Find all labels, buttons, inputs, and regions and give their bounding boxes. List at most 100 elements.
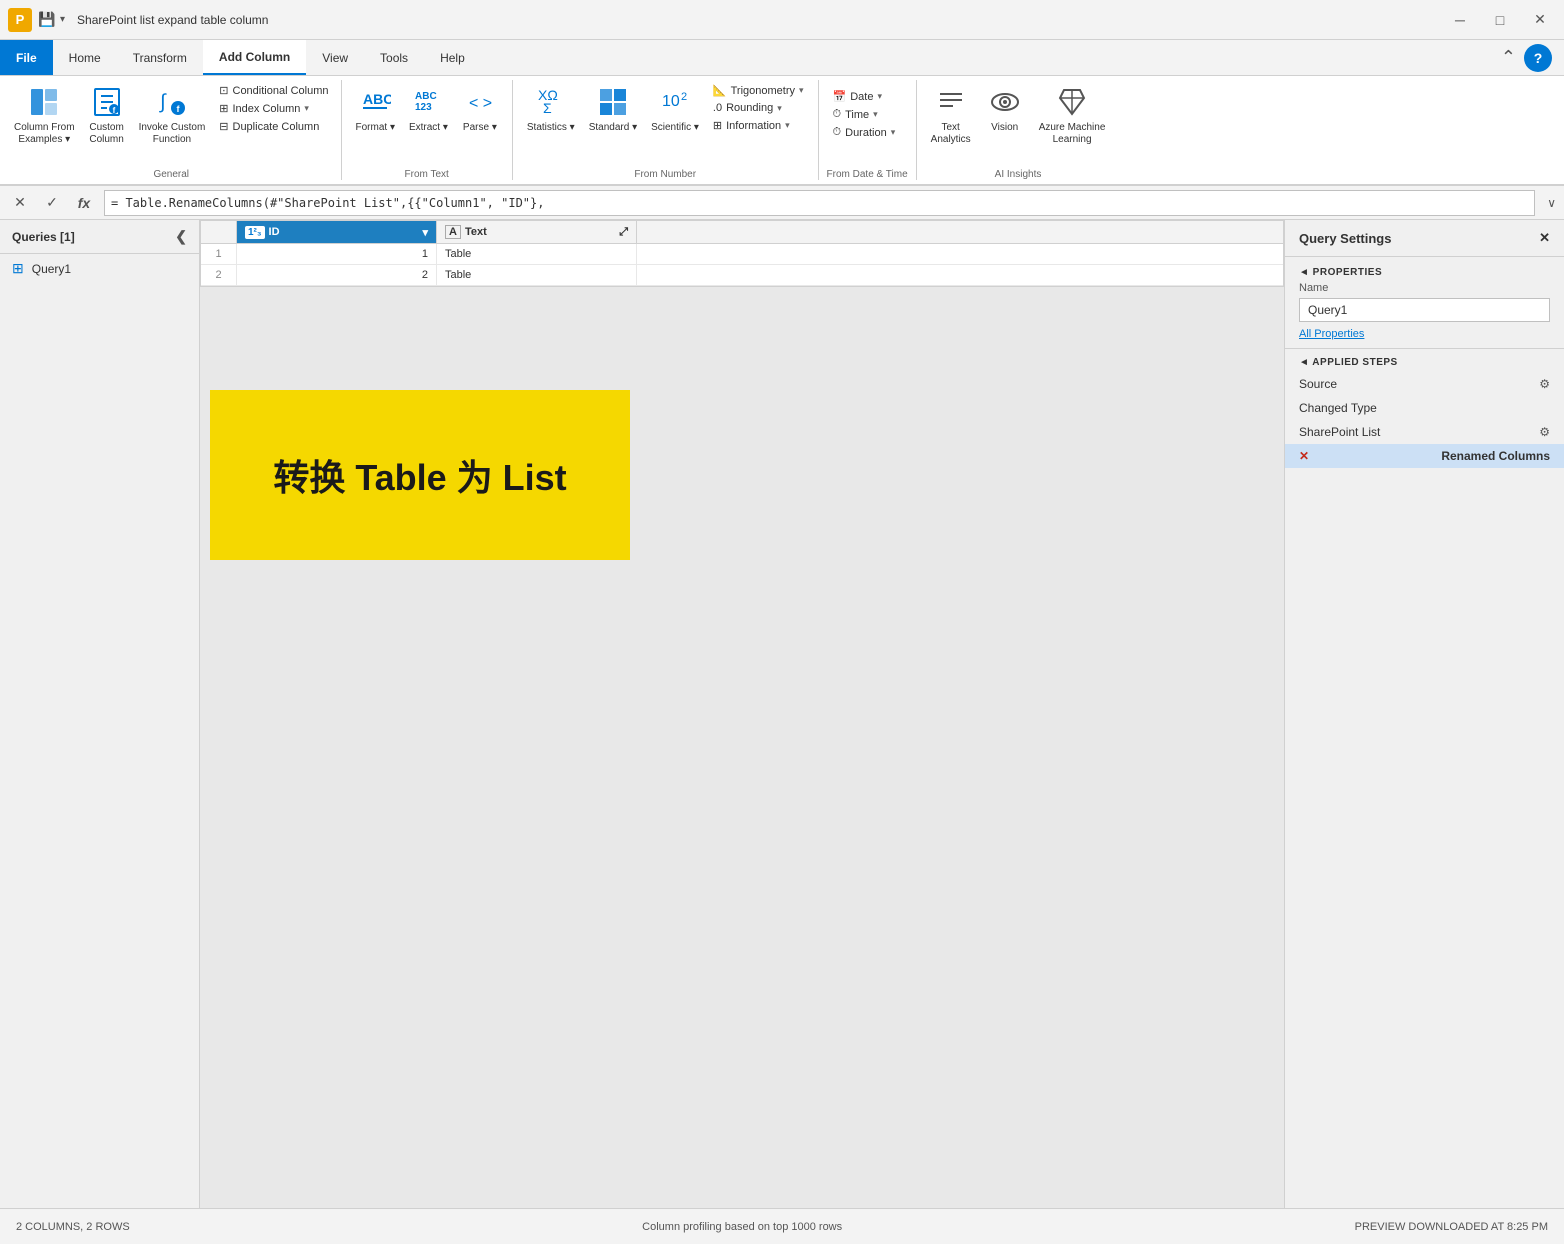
yellow-banner: 转换 Table 为 List	[210, 390, 630, 560]
step-source[interactable]: Source ⚙	[1285, 372, 1564, 396]
step-source-gear-icon[interactable]: ⚙	[1539, 377, 1550, 391]
text-col-header[interactable]: A Text ⤢	[437, 221, 637, 243]
query-settings-close-button[interactable]: ✕	[1539, 230, 1550, 246]
ribbon-group-from-date-time: 📅 Date ▾ ⏱ Time ▾ ⏱ Duration ▾ From Date…	[819, 80, 917, 180]
menu-home[interactable]: Home	[53, 40, 117, 75]
close-button[interactable]: ✕	[1524, 6, 1556, 34]
save-icon[interactable]: 💾	[38, 11, 56, 29]
formula-cancel-button[interactable]: ✕	[8, 191, 32, 215]
time-button[interactable]: ⏱ Time ▾	[827, 106, 902, 123]
from-date-time-small-buttons: 📅 Date ▾ ⏱ Time ▾ ⏱ Duration ▾	[827, 80, 902, 143]
general-group-label: General	[8, 169, 335, 180]
id-col-header[interactable]: 1²₃ ID ▾	[237, 221, 437, 243]
menu-tools[interactable]: Tools	[364, 40, 424, 75]
step-renamed-columns[interactable]: ✕ Renamed Columns	[1285, 444, 1564, 468]
text-cell: Table	[437, 265, 637, 285]
vision-button[interactable]: Vision	[981, 80, 1029, 138]
invoke-custom-function-icon: ∫ f	[154, 84, 190, 120]
rounding-button[interactable]: .0 Rounding ▾	[707, 100, 810, 116]
from-text-buttons: ABC Format ▾ ABC 123 Extract ▾	[350, 80, 504, 169]
format-label: Format ▾	[356, 122, 395, 134]
column-from-examples-button[interactable]: Column FromExamples ▾	[8, 80, 81, 150]
applied-steps-label: ◄ APPLIED STEPS	[1285, 348, 1564, 372]
text-cell: Table	[437, 244, 637, 264]
conditional-column-button[interactable]: ⊡ Conditional Column	[213, 82, 334, 99]
formula-confirm-button[interactable]: ✓	[40, 191, 64, 215]
information-icon: ⊞	[713, 119, 722, 132]
statistics-icon: XΩ Σ	[533, 84, 569, 120]
svg-text:f: f	[112, 106, 115, 115]
step-sharepoint-list[interactable]: SharePoint List ⚙	[1285, 420, 1564, 444]
duplicate-column-label: Duplicate Column	[233, 121, 320, 133]
menu-help[interactable]: Help	[424, 40, 481, 75]
applied-steps-list: Source ⚙ Changed Type SharePoint List ⚙ …	[1285, 372, 1564, 468]
svg-text:Σ: Σ	[543, 100, 552, 116]
row-num-header	[201, 221, 237, 243]
information-button[interactable]: ⊞ Information ▾	[707, 117, 810, 134]
text-expand-icon[interactable]: ⤢	[619, 226, 628, 239]
menu-view[interactable]: View	[306, 40, 364, 75]
scientific-icon: 10 2	[657, 84, 693, 120]
menu-file[interactable]: File	[0, 40, 53, 75]
queries-header-label: Queries [1]	[12, 230, 75, 244]
trigonometry-dropdown-arrow: ▾	[799, 85, 804, 96]
ai-insights-buttons: TextAnalytics Vision	[925, 80, 1112, 169]
extract-button[interactable]: ABC 123 Extract ▾	[403, 80, 454, 138]
index-column-dropdown-arrow: ▾	[304, 103, 309, 114]
maximize-button[interactable]: □	[1484, 6, 1516, 34]
duplicate-column-button[interactable]: ⊟ Duplicate Column	[213, 118, 334, 135]
rounding-dropdown-arrow: ▾	[777, 103, 782, 114]
scientific-button[interactable]: 10 2 Scientific ▾	[645, 80, 705, 138]
general-buttons-row: Column FromExamples ▾ f CustomColumn	[8, 80, 335, 169]
index-column-label: Index Column	[233, 103, 301, 115]
text-analytics-button[interactable]: TextAnalytics	[925, 80, 977, 150]
id-filter-icon[interactable]: ▾	[422, 226, 428, 239]
help-icon[interactable]: ?	[1524, 44, 1552, 72]
standard-button[interactable]: Standard ▾	[583, 80, 643, 138]
title-dropdown[interactable]: ▾	[60, 14, 65, 25]
duration-label: Duration	[845, 127, 887, 139]
text-analytics-label: TextAnalytics	[931, 122, 971, 146]
collapse-ribbon-icon[interactable]: ⌃	[1501, 47, 1516, 68]
date-button[interactable]: 📅 Date ▾	[827, 88, 902, 105]
svg-text:< >: < >	[469, 95, 492, 112]
duration-button[interactable]: ⏱ Duration ▾	[827, 124, 902, 141]
date-label: Date	[850, 91, 873, 103]
information-label: Information	[726, 120, 781, 132]
azure-ml-button[interactable]: Azure MachineLearning	[1033, 80, 1112, 150]
step-changed-type[interactable]: Changed Type	[1285, 396, 1564, 420]
menu-add-column[interactable]: Add Column	[203, 40, 306, 75]
step-renamed-columns-label: Renamed Columns	[1441, 449, 1550, 463]
custom-column-button[interactable]: f CustomColumn	[83, 80, 131, 150]
statistics-button[interactable]: XΩ Σ Statistics ▾	[521, 80, 581, 138]
index-column-button[interactable]: ⊞ Index Column ▾	[213, 100, 334, 117]
rounding-label: Rounding	[726, 102, 773, 114]
ribbon-group-ai-insights: TextAnalytics Vision	[917, 80, 1120, 180]
parse-icon: < >	[462, 84, 498, 120]
svg-text:∫: ∫	[159, 91, 167, 113]
formula-expand-icon[interactable]: ∨	[1547, 196, 1556, 210]
app-icon: P	[8, 8, 32, 32]
formula-input[interactable]: = Table.RenameColumns(#"SharePoint List"…	[104, 190, 1535, 216]
invoke-custom-function-label: Invoke CustomFunction	[139, 122, 206, 146]
trigonometry-button[interactable]: 📐 Trigonometry ▾	[707, 82, 810, 99]
format-button[interactable]: ABC Format ▾	[350, 80, 401, 138]
formula-fx-button[interactable]: fx	[72, 191, 96, 215]
information-dropdown-arrow: ▾	[785, 120, 790, 131]
invoke-custom-function-button[interactable]: ∫ f Invoke CustomFunction	[133, 80, 212, 150]
standard-icon	[595, 84, 631, 120]
menu-transform[interactable]: Transform	[117, 40, 203, 75]
standard-label: Standard ▾	[589, 122, 637, 134]
azure-ml-icon	[1054, 84, 1090, 120]
queries-collapse-button[interactable]: ❮	[175, 228, 187, 245]
parse-button[interactable]: < > Parse ▾	[456, 80, 504, 138]
svg-text:ABC: ABC	[415, 91, 437, 102]
name-input[interactable]	[1299, 298, 1550, 322]
step-sharepoint-list-gear-icon[interactable]: ⚙	[1539, 425, 1550, 439]
table-row: 1 1 Table	[201, 244, 1283, 265]
query1-label: Query1	[32, 262, 71, 276]
minimize-button[interactable]: ─	[1444, 6, 1476, 34]
all-properties-link[interactable]: All Properties	[1285, 328, 1564, 348]
date-dropdown-arrow: ▾	[877, 91, 882, 102]
query1-item[interactable]: ⊞ Query1	[0, 254, 199, 283]
